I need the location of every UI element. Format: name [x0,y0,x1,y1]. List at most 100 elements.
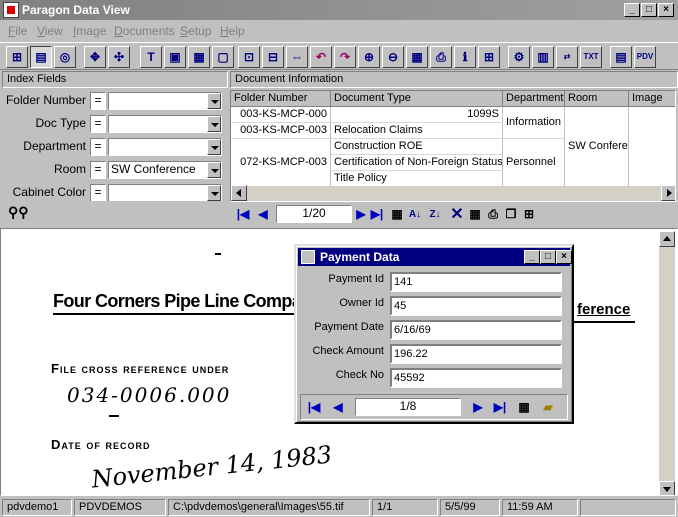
hierarchy-icon[interactable]: ⊞ [6,46,28,68]
table-cell[interactable]: SW Confere [565,107,629,187]
query-icon[interactable]: ◎ [54,46,76,68]
sort-descending-icon[interactable]: Z↓ [426,205,444,223]
menu-view[interactable]: View [37,24,63,38]
thumbnails-icon[interactable]: ▦ [388,205,406,223]
horizontal-scrollbar[interactable] [247,186,661,201]
table-cell[interactable]: 003-KS-MCP-000 [231,107,331,123]
dialog-minimize-button[interactable]: _ [524,250,540,264]
operator-box[interactable]: = [90,115,106,133]
scroll-right-button[interactable] [661,185,675,201]
operator-box[interactable]: = [90,184,106,201]
close-button[interactable]: × [658,3,674,17]
prev-record-icon[interactable]: ◀ [329,398,347,416]
last-record-icon[interactable]: ▶| [368,205,386,223]
open-folder-icon[interactable]: ▰ [539,398,557,416]
first-record-icon[interactable]: |◀ [305,398,323,416]
room-combo[interactable]: SW Conference [108,161,222,179]
next-record-icon[interactable]: ▶ [469,398,487,416]
scan-icon[interactable]: ⚙ [508,46,530,68]
first-record-icon[interactable]: |◀ [234,205,252,223]
table-cell[interactable]: 1099S [331,107,503,123]
export-icon[interactable]: ⇄ [556,46,578,68]
menu-documents[interactable]: Documents [114,24,175,38]
record-position[interactable]: 1/20 [276,205,352,223]
info-icon[interactable]: ℹ [454,46,476,68]
scroll-up-button[interactable] [659,231,675,247]
maximize-button[interactable]: □ [641,3,657,17]
column-header[interactable]: Room [565,91,629,107]
grid-icon[interactable]: ▦ [466,205,484,223]
binoculars-icon[interactable]: ⚲⚲ [8,204,29,221]
dialog-close-button[interactable]: × [556,250,572,264]
chevron-down-icon[interactable] [207,116,221,132]
menu-help[interactable]: Help [220,24,245,38]
delete-icon[interactable]: ✕ [448,205,466,223]
redo-icon[interactable]: ↷ [334,46,356,68]
table-cell[interactable]: Certification of Non-Foreign Status [331,155,503,171]
add-record-icon[interactable]: ⊞ [520,205,538,223]
operator-box[interactable]: = [90,92,106,110]
page-icon[interactable]: ▢ [212,46,234,68]
folder-number-combo[interactable] [108,92,222,110]
print-icon[interactable]: ⎙ [484,205,502,223]
print-icon[interactable]: ⎙ [430,46,452,68]
payment-id-field[interactable]: 141 [390,272,562,292]
grid-icon[interactable]: ▦ [515,398,533,416]
menu-setup[interactable]: Setup [180,24,211,38]
payment-date-field[interactable]: 6/16/69 [390,320,562,340]
chevron-down-icon[interactable] [207,162,221,178]
table-cell[interactable]: 072-KS-MCP-003 [231,139,331,187]
prev-record-icon[interactable]: ◀ [254,205,272,223]
last-record-icon[interactable]: ▶| [491,398,509,416]
menu-image[interactable]: Image [73,24,106,38]
app-icon[interactable] [3,2,19,18]
chevron-down-icon[interactable] [207,139,221,155]
column-header[interactable]: Image [629,91,675,107]
table-cell[interactable]: Information S [503,107,565,139]
department-combo[interactable] [108,138,222,156]
thumbnails-icon[interactable]: ▦ [406,46,428,68]
vertical-scrollbar[interactable] [659,247,675,481]
operator-box[interactable]: = [90,138,106,156]
pdv-icon[interactable]: PDV [634,46,656,68]
dialog-maximize-button[interactable]: □ [540,250,556,264]
undo-icon[interactable]: ↶ [310,46,332,68]
table-cell[interactable]: Construction ROE [331,139,503,155]
fit-page-icon[interactable]: ✥ [84,46,106,68]
txt-icon[interactable]: TXT [580,46,602,68]
column-header[interactable]: Document Type [331,91,503,107]
zoom-in-icon[interactable]: ⊕ [358,46,380,68]
check-no-field[interactable]: 45592 [390,368,562,388]
table-cell[interactable]: 003-KS-MCP-003 [231,123,331,139]
column-header[interactable]: Department [503,91,565,107]
check-amount-field[interactable]: 196.22 [390,344,562,364]
zoom-out-icon[interactable]: ⊖ [382,46,404,68]
index-view-icon[interactable]: ▤ [30,46,52,68]
menu-file[interactable]: File [8,24,27,38]
text-icon[interactable]: T [140,46,162,68]
document-grid[interactable]: Folder Number Document Type Department R… [230,90,676,202]
chevron-down-icon[interactable] [207,93,221,109]
operator-box[interactable]: = [90,161,106,179]
table-cell[interactable]: Relocation Claims [331,123,503,139]
record-position[interactable]: 1/8 [355,398,461,416]
doc-type-combo[interactable] [108,115,222,133]
rotate-left-icon[interactable]: ⊡ [238,46,260,68]
fit-width-icon[interactable]: ✣ [108,46,130,68]
column-header[interactable]: Folder Number [231,91,331,107]
owner-id-field[interactable]: 45 [390,296,562,316]
chevron-down-icon[interactable] [207,185,221,201]
scroll-left-button[interactable] [231,185,247,201]
add-page-icon[interactable]: ⊞ [478,46,500,68]
print-doc-icon[interactable]: ▦ [188,46,210,68]
sort-ascending-icon[interactable]: A↓ [406,205,424,223]
cabinet-color-combo[interactable] [108,184,222,201]
flip-icon[interactable]: ⊟ [262,46,284,68]
dialog-icon[interactable] [301,250,315,264]
table-cell[interactable]: Title Policy [331,171,503,187]
scroll-down-button[interactable] [659,481,675,495]
import-icon[interactable]: ▥ [532,46,554,68]
table-cell[interactable]: Personnel [503,139,565,187]
form-icon[interactable]: ▤ [610,46,632,68]
note-icon[interactable]: ▣ [164,46,186,68]
